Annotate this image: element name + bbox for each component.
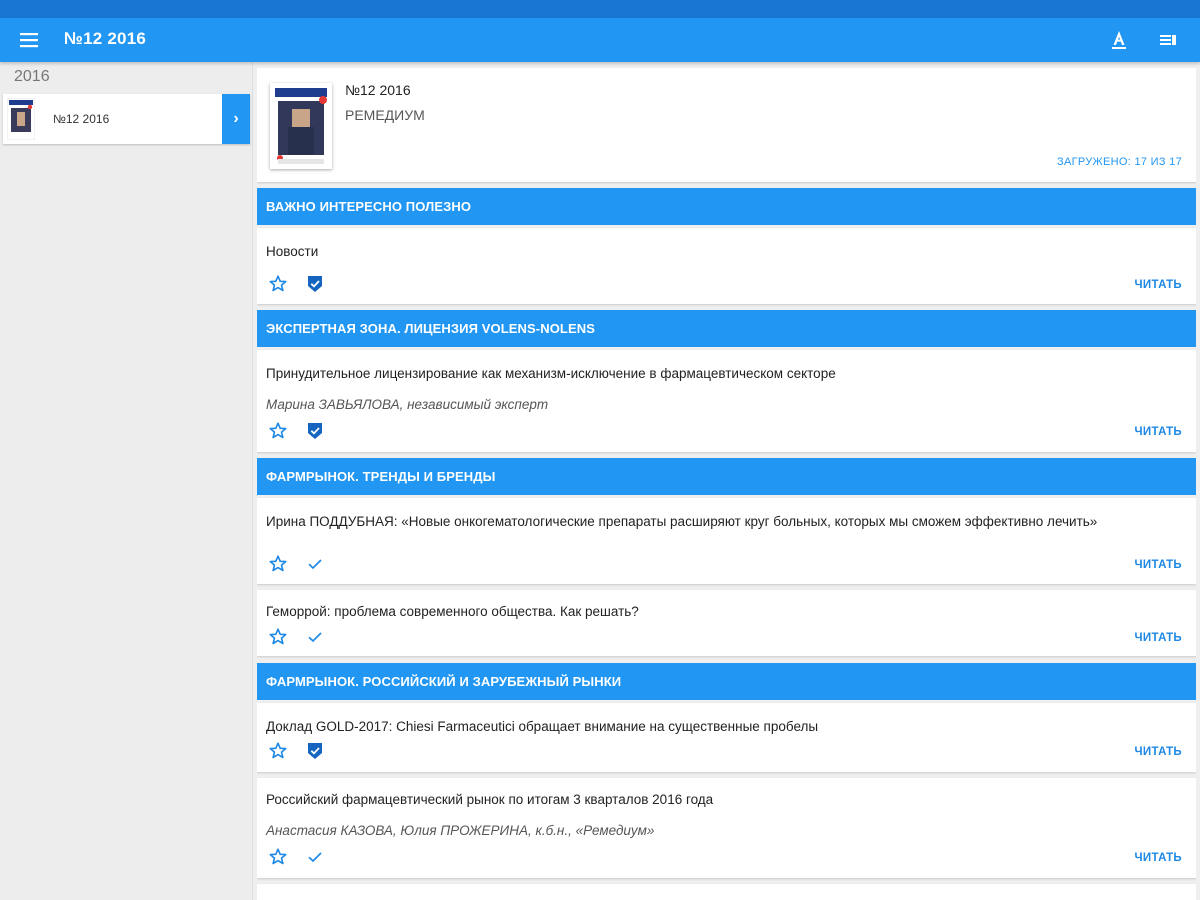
- read-button[interactable]: ЧИТАТЬ: [1135, 746, 1182, 758]
- article-card[interactable]: Доклад GOLD-2017: Chiesi Farmaceutici об…: [257, 703, 1196, 772]
- article-author: Марина ЗАВЬЯЛОВА, независимый эксперт: [266, 397, 549, 412]
- section-header: ВАЖНО ИНТЕРЕСНО ПОЛЕЗНО: [257, 188, 1196, 225]
- article-card[interactable]: [257, 884, 1196, 900]
- favorite-star-icon[interactable]: [268, 421, 288, 441]
- article-card[interactable]: Геморрой: проблема современного общества…: [257, 590, 1196, 656]
- issue-list-item[interactable]: №12 2016 ›: [3, 94, 250, 144]
- year-header: 2016: [14, 68, 50, 85]
- read-button[interactable]: ЧИТАТЬ: [1135, 852, 1182, 864]
- text-size-icon[interactable]: [1107, 28, 1131, 52]
- hamburger-menu-icon[interactable]: [17, 30, 41, 50]
- issue-label: №12 2016: [53, 112, 110, 126]
- read-button[interactable]: ЧИТАТЬ: [1135, 632, 1182, 644]
- section-header: ФАРМРЫНОК. РОССИЙСКИЙ И ЗАРУБЕЖНЫЙ РЫНКИ: [257, 663, 1196, 700]
- issue-cover-image: [270, 83, 332, 169]
- chevron-right-icon[interactable]: ›: [222, 94, 250, 144]
- article-card[interactable]: Принудительное лицензирование как механи…: [257, 350, 1196, 452]
- issue-content: №12 2016 РЕМЕДИУМ ЗАГРУЖЕНО: 17 ИЗ 17 ВА…: [257, 68, 1196, 900]
- issue-title: №12 2016: [345, 82, 411, 98]
- downloaded-shield-icon[interactable]: [305, 741, 325, 761]
- read-button[interactable]: ЧИТАТЬ: [1135, 426, 1182, 438]
- article-author: Анастасия КАЗОВА, Юлия ПРОЖЕРИНА, к.б.н.…: [266, 823, 655, 838]
- article-card[interactable]: Российский фармацевтический рынок по ито…: [257, 778, 1196, 878]
- status-bar: [0, 0, 1200, 18]
- article-title: Ирина ПОДДУБНАЯ: «Новые онкогематологиче…: [266, 514, 1098, 529]
- article-title: Новости: [266, 244, 319, 259]
- article-card[interactable]: Новости ЧИТАТЬ: [257, 228, 1196, 304]
- read-button[interactable]: ЧИТАТЬ: [1135, 559, 1182, 571]
- favorite-star-icon[interactable]: [268, 554, 288, 574]
- article-title: Принудительное лицензирование как механи…: [266, 366, 836, 381]
- favorite-star-icon[interactable]: [268, 847, 288, 867]
- favorite-star-icon[interactable]: [268, 274, 288, 294]
- downloaded-shield-icon[interactable]: [305, 274, 325, 294]
- view-list-icon[interactable]: [1156, 28, 1180, 52]
- favorite-star-icon[interactable]: [268, 627, 288, 647]
- read-button[interactable]: ЧИТАТЬ: [1135, 279, 1182, 291]
- issues-sidebar: 2016 №12 2016 ›: [0, 62, 253, 900]
- issue-thumbnail: [6, 97, 36, 141]
- checkmark-icon[interactable]: [305, 554, 325, 574]
- issue-header-card: №12 2016 РЕМЕДИУМ ЗАГРУЖЕНО: 17 ИЗ 17: [257, 68, 1196, 182]
- favorite-star-icon[interactable]: [268, 741, 288, 761]
- section-header: ФАРМРЫНОК. ТРЕНДЫ И БРЕНДЫ: [257, 458, 1196, 495]
- publication-name: РЕМЕДИУМ: [345, 107, 425, 123]
- article-title: Геморрой: проблема современного общества…: [266, 604, 639, 619]
- checkmark-icon[interactable]: [305, 847, 325, 867]
- app-bar: №12 2016: [0, 18, 1200, 62]
- article-card[interactable]: Ирина ПОДДУБНАЯ: «Новые онкогематологиче…: [257, 498, 1196, 584]
- app-title: №12 2016: [64, 29, 147, 48]
- download-status: ЗАГРУЖЕНО: 17 ИЗ 17: [1057, 156, 1182, 168]
- section-header: ЭКСПЕРТНАЯ ЗОНА. ЛИЦЕНЗИЯ VOLENS-NOLENS: [257, 310, 1196, 347]
- article-title: Российский фармацевтический рынок по ито…: [266, 792, 714, 807]
- downloaded-shield-icon[interactable]: [305, 421, 325, 441]
- article-title: Доклад GOLD-2017: Chiesi Farmaceutici об…: [266, 719, 819, 734]
- checkmark-icon[interactable]: [305, 627, 325, 647]
